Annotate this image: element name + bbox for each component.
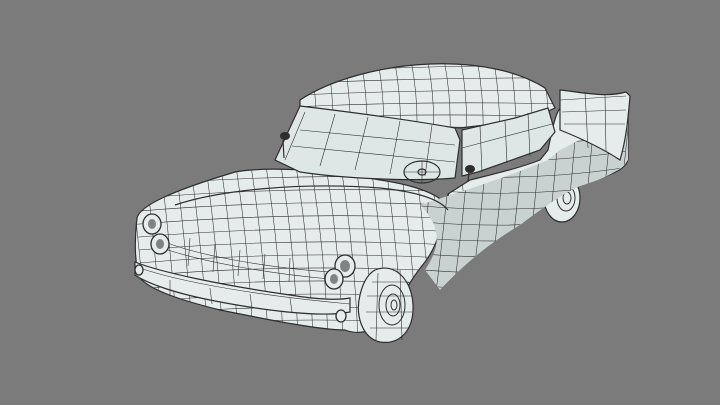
car-wireframe-model[interactable] xyxy=(0,0,720,405)
front-wheel xyxy=(357,267,414,343)
3d-viewport[interactable] xyxy=(0,0,720,405)
steering-wheel xyxy=(403,160,441,184)
